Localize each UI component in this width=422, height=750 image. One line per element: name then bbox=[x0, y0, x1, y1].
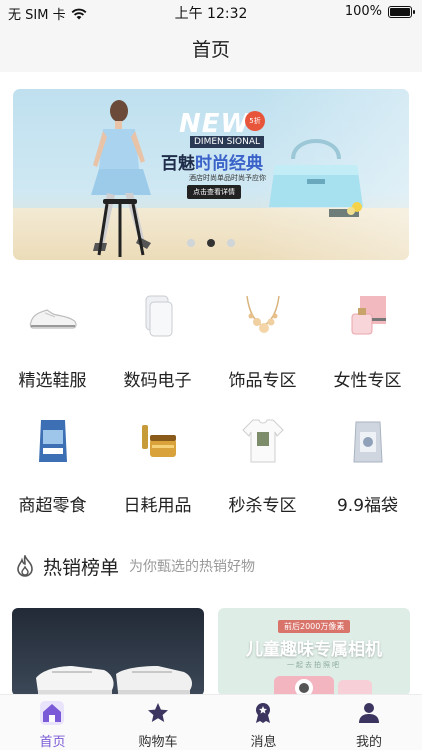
category-label: 数码电子 bbox=[123, 371, 192, 391]
star-icon bbox=[146, 701, 170, 725]
category-item[interactable]: 饰品专区 bbox=[210, 290, 315, 391]
tab-label: 消息 bbox=[250, 735, 277, 750]
bottom-tab-bar: 首页 购物车 消息 我的 bbox=[0, 694, 422, 750]
snack-bag-icon bbox=[27, 415, 79, 467]
tab-label: 我的 bbox=[355, 735, 382, 750]
headline-prefix: 百魅 bbox=[161, 154, 195, 174]
category-label: 秒杀专区 bbox=[228, 496, 297, 516]
category-label: 日耗用品 bbox=[123, 496, 192, 516]
category-label: 女性专区 bbox=[333, 371, 402, 391]
tab-home[interactable]: 首页 bbox=[0, 695, 105, 750]
banner-tagline: 酒店时尚单品时尚予应你 bbox=[189, 174, 266, 182]
powerbank-icon bbox=[132, 290, 184, 342]
flame-icon bbox=[17, 555, 33, 577]
page-title: 首页 bbox=[191, 39, 230, 61]
cream-jar-icon bbox=[132, 415, 184, 467]
battery-icon bbox=[388, 5, 415, 18]
banner-pagination bbox=[13, 239, 409, 247]
category-item[interactable]: 日耗用品 bbox=[105, 415, 210, 516]
home-icon bbox=[40, 701, 64, 725]
category-label: 商超零食 bbox=[18, 496, 87, 516]
banner-cta-button[interactable]: 点击查看详情 bbox=[187, 185, 241, 199]
product-card-sneakers[interactable] bbox=[12, 608, 204, 696]
category-label: 精选鞋服 bbox=[18, 371, 87, 391]
tab-star[interactable]: 购物车 bbox=[106, 695, 211, 750]
tshirt-icon bbox=[237, 415, 289, 467]
banner-new-text: NEW bbox=[179, 109, 251, 139]
category-item[interactable]: 9.9福袋 bbox=[315, 415, 420, 516]
category-item[interactable]: 秒杀专区 bbox=[210, 415, 315, 516]
discount-badge: 5折 bbox=[245, 111, 265, 131]
sneaker-icon bbox=[27, 290, 79, 342]
tab-award[interactable]: 消息 bbox=[211, 695, 316, 750]
hot-section-title: 热销榜单 bbox=[43, 556, 120, 579]
category-item[interactable]: 商超零食 bbox=[0, 415, 105, 516]
model-figure-image bbox=[91, 100, 151, 257]
tab-label: 首页 bbox=[39, 735, 66, 750]
category-item[interactable]: 女性专区 bbox=[315, 290, 420, 391]
headline-main: 时尚经典 bbox=[195, 154, 263, 174]
category-item[interactable]: 精选鞋服 bbox=[0, 290, 105, 391]
gift-pouch-icon bbox=[342, 415, 394, 467]
pagination-dot[interactable] bbox=[227, 239, 235, 247]
product-card-camera[interactable]: 前后2000万像素 儿童趣味专属相机 一起去拍照吧 bbox=[218, 608, 410, 696]
sneaker-photo-image bbox=[36, 666, 192, 696]
award-icon bbox=[251, 701, 275, 725]
necklace-icon bbox=[237, 290, 289, 342]
promo-banner[interactable]: NEW 5折 DIMEN SIONAL 百魅时尚经典 酒店时尚单品时尚予应你 点… bbox=[13, 89, 409, 260]
status-bar: 无 SIM 卡 上午 12:32 100% bbox=[0, 0, 422, 24]
category-item[interactable]: 数码电子 bbox=[105, 290, 210, 391]
battery-percent: 100% bbox=[344, 4, 382, 19]
pagination-dot[interactable] bbox=[207, 239, 215, 247]
banner-headline: 百魅时尚经典 bbox=[161, 149, 263, 174]
perfume-icon bbox=[342, 290, 394, 342]
camera-photo-image bbox=[274, 676, 372, 696]
tab-label: 购物车 bbox=[138, 735, 178, 750]
status-right: 100% bbox=[344, 4, 415, 19]
handbag-image bbox=[269, 139, 363, 217]
category-label: 9.9福袋 bbox=[336, 496, 399, 516]
user-icon bbox=[357, 701, 381, 725]
hot-section-header: 热销榜单 为你甄选的热销好物 bbox=[15, 553, 255, 579]
category-label: 饰品专区 bbox=[228, 371, 297, 391]
pagination-dot[interactable] bbox=[187, 239, 195, 247]
nav-bar: 首页 bbox=[0, 24, 422, 72]
banner-english-sub: DIMEN SIONAL bbox=[190, 136, 264, 148]
tab-user[interactable]: 我的 bbox=[317, 695, 422, 750]
hot-section-subtitle: 为你甄选的热销好物 bbox=[129, 559, 256, 575]
